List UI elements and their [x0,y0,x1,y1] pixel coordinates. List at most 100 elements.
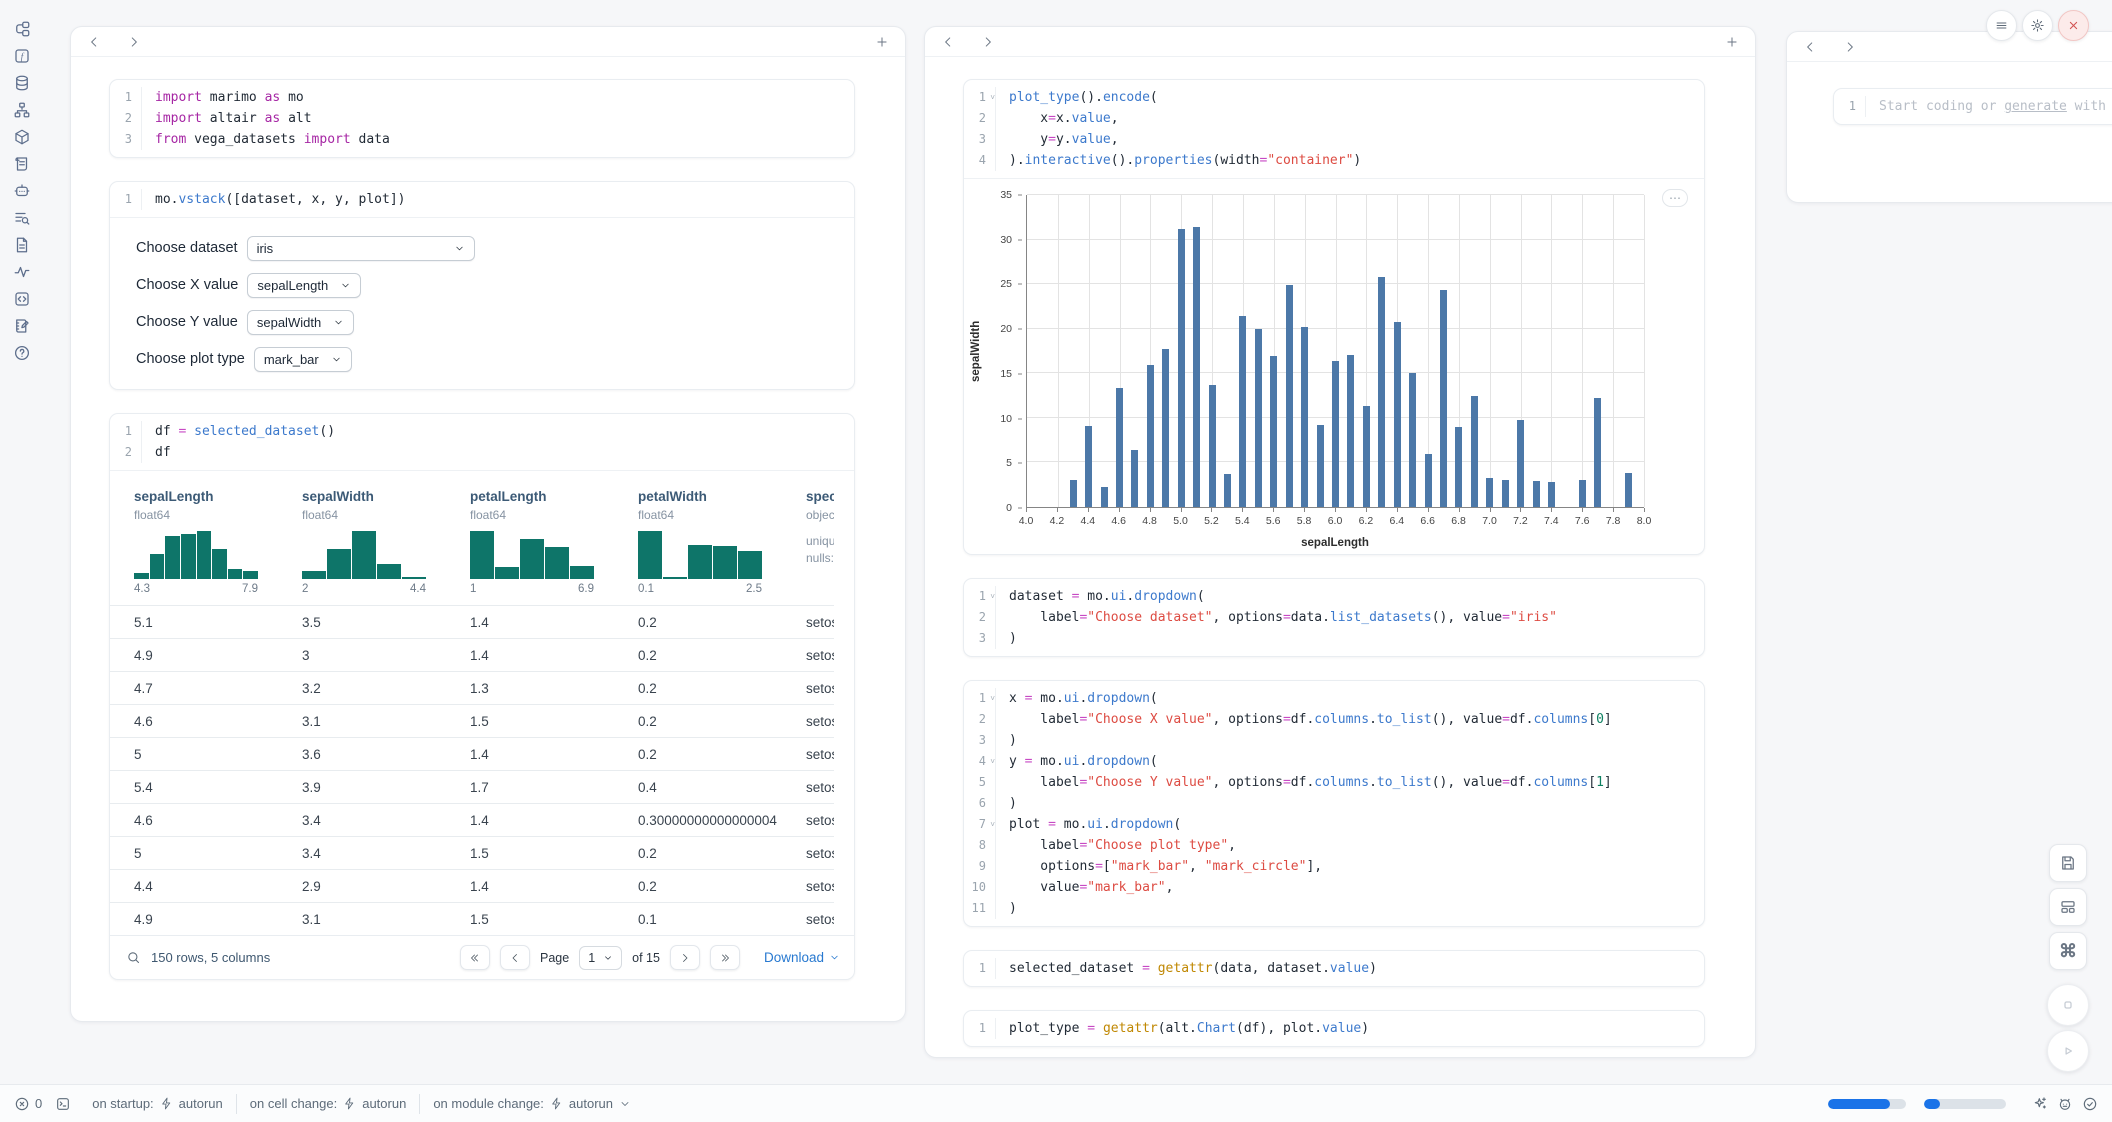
chevron-left-icon[interactable] [941,35,955,49]
code-editor[interactable]: 1df = selected_dataset()2df [110,414,854,470]
chart-plot[interactable] [1026,195,1644,508]
network-icon[interactable] [13,101,33,119]
autorun-setting[interactable]: on startup:autorun [92,1096,223,1111]
chart-bar[interactable] [1101,487,1108,508]
chart-bar[interactable] [1085,426,1092,507]
shortcuts-button[interactable]: ⌘ [2049,932,2087,970]
chart-bar[interactable] [1332,361,1339,507]
stop-button[interactable] [2047,984,2089,1026]
chart-bar[interactable] [1579,480,1586,507]
chart-bar[interactable] [1594,398,1601,507]
status-ok-button[interactable] [2082,1096,2098,1112]
table-row[interactable]: 4.73.21.30.2setosa [110,671,834,704]
package-icon[interactable] [13,128,33,146]
chart-bar[interactable] [1286,285,1293,507]
next-page-button[interactable] [670,945,700,970]
document-icon[interactable] [13,236,33,254]
chevron-left-icon[interactable] [87,35,101,49]
column-histogram[interactable] [638,531,762,579]
run-button[interactable] [2047,1030,2089,1072]
chat-bot-icon[interactable] [13,182,33,200]
settings-button[interactable] [2022,10,2053,41]
dropdown-select[interactable]: iris [247,236,475,261]
chart-bar[interactable] [1409,373,1416,507]
table-row[interactable]: 53.61.40.2setosa [110,737,834,770]
script-icon[interactable] [13,155,33,173]
prev-page-button[interactable] [500,945,530,970]
chart-bar[interactable] [1625,473,1632,507]
chart-bar[interactable] [1471,396,1478,507]
chart-bar[interactable] [1301,327,1308,507]
chart-bar[interactable] [1378,277,1385,507]
table-row[interactable]: 4.931.40.2setosa [110,638,834,671]
chart-bar[interactable] [1224,474,1231,507]
column-histogram[interactable] [134,531,258,579]
chart-bar[interactable] [1255,329,1262,507]
column-histogram[interactable] [302,531,426,579]
chart-bar[interactable] [1548,482,1555,507]
help-icon[interactable] [13,344,33,362]
add-cell-icon[interactable] [1725,35,1739,49]
code-editor[interactable]: 1selected_dataset = getattr(data, datase… [964,951,1704,986]
table-row[interactable]: 53.41.50.2setosa [110,836,834,869]
terminal-button[interactable] [55,1096,71,1112]
chart-bar[interactable] [1116,388,1123,507]
autorun-setting[interactable]: on module change:autorun [433,1096,631,1111]
code-editor[interactable]: 1˅x = mo.ui.dropdown(2 label="Choose X v… [964,681,1704,926]
table-row[interactable]: 4.42.91.40.2setosa [110,869,834,902]
chart-bar[interactable] [1178,229,1185,507]
search-icon[interactable] [126,950,141,965]
code-editor[interactable]: 1import marimo as mo2import altair as al… [110,80,854,157]
table-row[interactable]: 5.43.91.70.4setosa [110,770,834,803]
add-cell-icon[interactable] [875,35,889,49]
table-row[interactable]: 4.63.11.50.2setosa [110,704,834,737]
chart-bar[interactable] [1455,427,1462,507]
last-page-button[interactable] [710,945,740,970]
close-button[interactable] [2058,10,2089,41]
first-page-button[interactable] [460,945,490,970]
layout-button[interactable] [2049,888,2087,926]
chart-bar[interactable] [1070,480,1077,507]
chart-bar[interactable] [1502,480,1509,507]
chart-options-button[interactable]: ⋯ [1662,189,1688,207]
code-editor[interactable]: 1˅plot_type().encode(2 x=x.value,3 y=y.v… [964,80,1704,178]
autorun-setting[interactable]: on cell change:autorun [250,1096,407,1111]
code-editor[interactable]: 1˅dataset = mo.ui.dropdown(2 label="Choo… [964,579,1704,656]
code-icon[interactable] [13,290,33,308]
chart-bar[interactable] [1425,454,1432,507]
chart-bar[interactable] [1193,227,1200,507]
dropdown-select[interactable]: mark_bar [254,347,352,372]
chart-bar[interactable] [1317,425,1324,507]
chevron-right-icon[interactable] [127,35,141,49]
function-icon[interactable]: f [13,47,33,65]
notebook-icon[interactable] [13,317,33,335]
column-histogram[interactable] [470,531,594,579]
database-icon[interactable] [13,74,33,92]
search-list-icon[interactable] [13,209,33,227]
chart-bar[interactable] [1270,356,1277,507]
chart-bar[interactable] [1394,322,1401,507]
chart-bar[interactable] [1486,478,1493,507]
chart-bar[interactable] [1440,290,1447,508]
download-button[interactable]: Download [764,950,840,965]
error-count[interactable]: 0 [14,1096,42,1112]
code-editor[interactable]: 1 Start coding or generate with AI [1834,89,2112,124]
chart-bar[interactable] [1347,355,1354,507]
table-row[interactable]: 4.63.41.40.30000000000000004setosa [110,803,834,836]
chart-bar[interactable] [1209,385,1216,507]
chevron-right-icon[interactable] [1843,40,1857,54]
chart-bar[interactable] [1239,316,1246,507]
table-row[interactable]: 5.13.51.40.2setosa [110,605,834,638]
chart-bar[interactable] [1533,481,1540,507]
chevron-left-icon[interactable] [1803,40,1817,54]
activity-icon[interactable] [13,263,33,281]
chart-bar[interactable] [1363,406,1370,507]
generate-link[interactable]: generate [2004,99,2067,114]
assistant-button[interactable] [2057,1096,2073,1112]
dropdown-select[interactable]: sepalWidth [247,310,354,335]
dropdown-select[interactable]: sepalLength [247,273,361,298]
chart-bar[interactable] [1131,450,1138,507]
ai-button[interactable] [2032,1096,2048,1112]
menu-button[interactable] [1986,10,2017,41]
save-button[interactable] [2049,844,2087,882]
